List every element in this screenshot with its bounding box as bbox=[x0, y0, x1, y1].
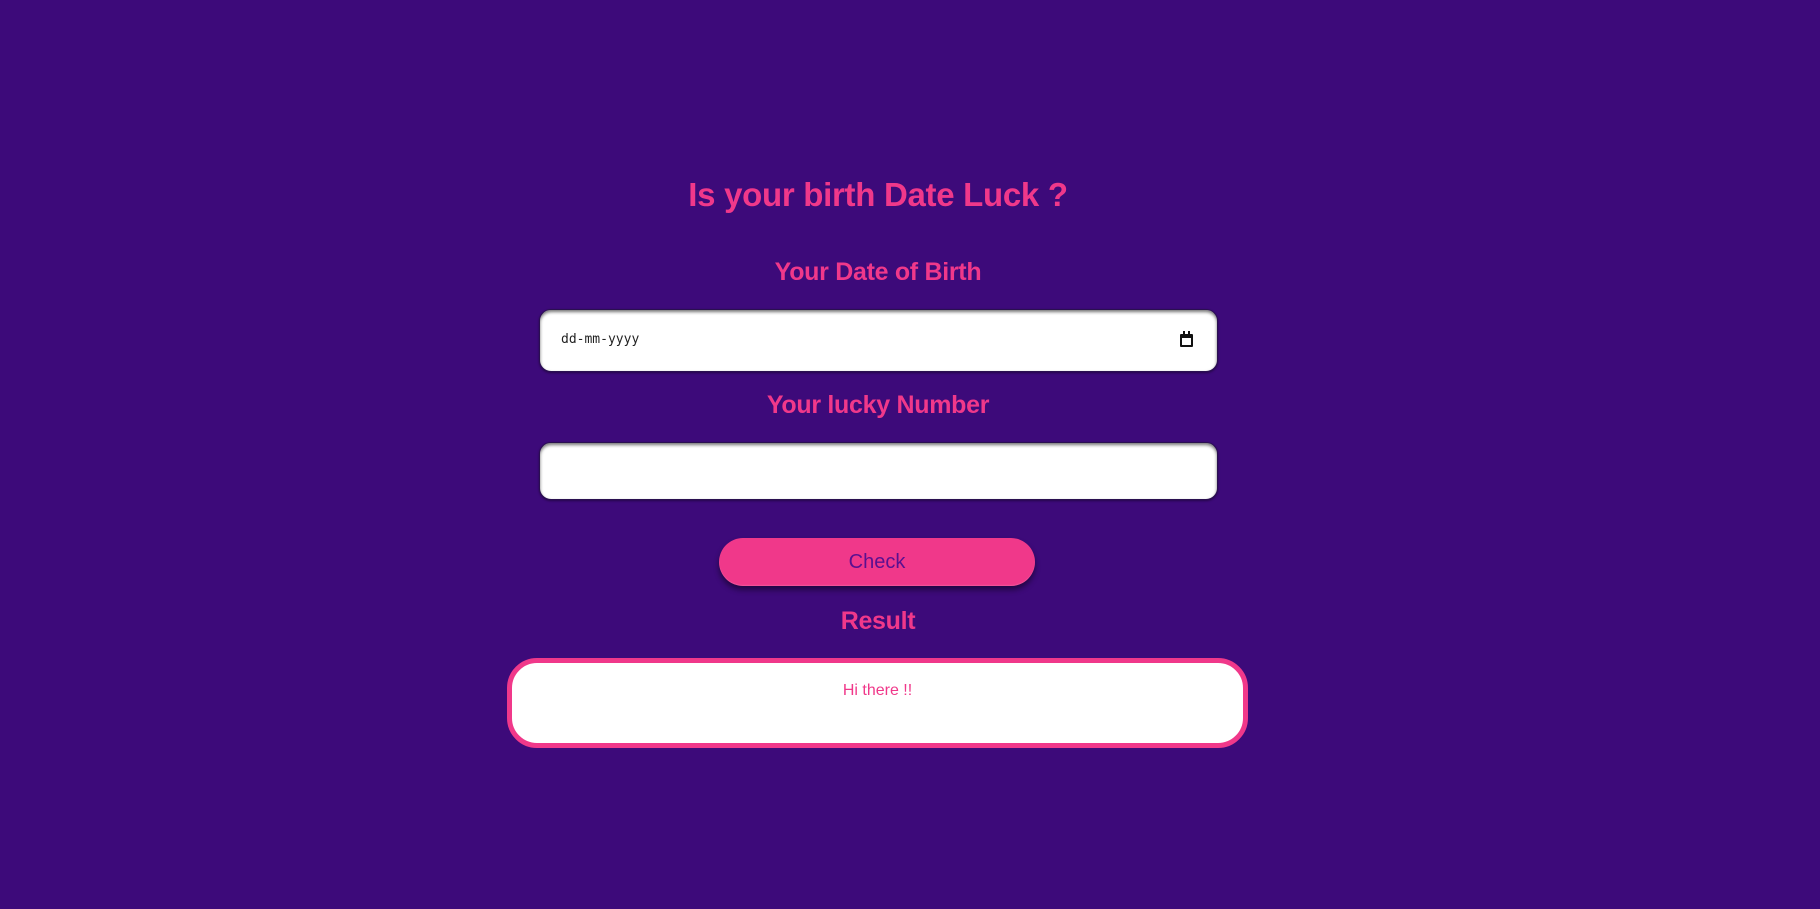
app-root: Is your birth Date Luck ? Your Date of B… bbox=[0, 0, 1820, 909]
result-label: Result bbox=[840, 607, 916, 635]
page-title: Is your birth Date Luck ? bbox=[688, 176, 1068, 213]
calendar-icon[interactable] bbox=[1180, 331, 1193, 347]
dob-label: Your Date of Birth bbox=[774, 258, 982, 286]
lucky-number-input[interactable] bbox=[539, 442, 1218, 500]
lucky-number-label: Your lucky Number bbox=[766, 391, 990, 419]
dob-placeholder: dd-mm-yyyy bbox=[561, 332, 640, 347]
check-button[interactable]: Check bbox=[719, 538, 1035, 586]
result-message: Hi there !! bbox=[842, 682, 913, 699]
dob-input[interactable]: dd-mm-yyyy bbox=[539, 309, 1218, 372]
result-box: Hi there !! bbox=[507, 658, 1248, 748]
